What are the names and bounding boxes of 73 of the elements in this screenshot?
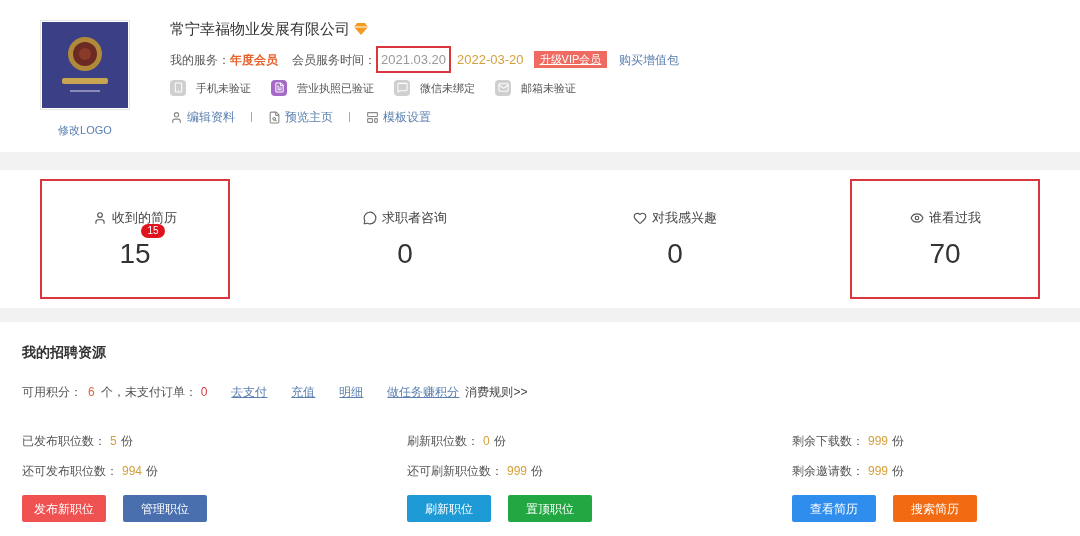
verification-status: 邮箱未验证 <box>521 80 576 96</box>
resource-count: 999 <box>868 463 889 480</box>
upgrade-vip-button[interactable]: 升级VIP会员 <box>533 51 608 68</box>
email-icon <box>495 79 511 96</box>
action-button[interactable]: 搜索简历 <box>893 495 977 522</box>
action-button[interactable]: 管理职位 <box>123 495 207 522</box>
document-icon <box>268 110 281 124</box>
resource-label: 还可发布职位数： <box>22 463 118 480</box>
action-button[interactable]: 发布新职位 <box>22 495 106 522</box>
buy-package-link[interactable]: 购买增值包 <box>619 50 680 69</box>
points-value: 6 <box>88 384 95 401</box>
stat-card[interactable]: 谁看过我 70 <box>850 179 1040 299</box>
action-button[interactable]: 刷新职位 <box>407 495 491 522</box>
resource-count: 994 <box>122 463 143 480</box>
verification-status: 营业执照已验证 <box>297 80 374 96</box>
end-date: 2022-03-20 <box>457 50 524 69</box>
resource-link[interactable]: 去支付 <box>231 383 268 401</box>
action-button[interactable]: 查看简历 <box>792 495 876 522</box>
unpaid-orders-value: 0 <box>200 384 208 401</box>
user-icon <box>170 110 183 124</box>
resource-count: 999 <box>507 463 528 480</box>
unit-label: 份 <box>146 463 159 480</box>
profile-action-link[interactable]: 模板设置 <box>366 108 431 126</box>
heart-icon <box>633 211 647 225</box>
stat-value: 15 <box>119 237 151 269</box>
stat-card[interactable]: 对我感兴趣 0 <box>580 179 770 299</box>
resource-link[interactable]: 做任务赚积分 <box>387 383 460 401</box>
count-badge: 15 <box>141 223 165 238</box>
stat-card[interactable]: 收到的简历 15 15 <box>40 179 230 299</box>
unit-label: 份 <box>892 433 905 450</box>
unit-label: 份 <box>493 433 506 450</box>
resource-label: 剩余下载数： <box>792 433 864 450</box>
points-label: 可用积分： <box>22 384 82 401</box>
resource-label: 已发布职位数： <box>22 433 106 450</box>
stat-label: 谁看过我 <box>928 209 981 228</box>
phone-icon <box>170 79 186 96</box>
unit-label: 份 <box>531 463 544 480</box>
stat-value: 70 <box>929 237 961 269</box>
start-date: 2021.03.20 <box>376 45 452 74</box>
change-logo-link[interactable]: 修改LOGO <box>58 122 112 139</box>
resource-label: 还可刷新职位数： <box>407 463 503 480</box>
consumption-rules-link[interactable]: 消费规则>> <box>465 383 528 401</box>
resource-link[interactable]: 明细 <box>339 383 364 401</box>
resource-label: 剩余邀请数： <box>792 463 864 480</box>
action-button[interactable]: 置顶职位 <box>508 495 592 522</box>
company-name: 常宁幸福物业发展有限公司 <box>170 19 350 39</box>
layout-icon <box>366 110 379 124</box>
service-label: 我的服务： <box>170 51 230 69</box>
profile-action-link[interactable]: 编辑资料 <box>170 108 235 126</box>
stat-label: 收到的简历 <box>112 209 177 226</box>
resource-label: 刷新职位数： <box>407 433 479 450</box>
user-icon <box>93 211 107 225</box>
eye-icon <box>909 211 924 225</box>
plan-name: 年度会员 <box>230 51 278 69</box>
resource-link[interactable]: 充值 <box>291 383 316 401</box>
resource-count: 5 <box>110 433 117 450</box>
verification-status: 微信未绑定 <box>420 80 475 96</box>
stat-label: 求职者咨询 <box>382 209 447 228</box>
diamond-icon <box>354 23 368 36</box>
section-title: 我的招聘资源 <box>22 343 107 362</box>
chat-bubble-icon <box>363 211 377 225</box>
unit-label: 份 <box>892 463 905 480</box>
stat-value: 0 <box>397 237 413 269</box>
unit-label: 份 <box>120 433 133 450</box>
resource-count: 0 <box>483 433 490 450</box>
verification-status: 手机未验证 <box>196 80 251 96</box>
resource-count: 999 <box>868 433 889 450</box>
stat-value: 0 <box>667 237 683 269</box>
stat-label: 对我感兴趣 <box>652 209 717 228</box>
stat-card[interactable]: 求职者咨询 0 <box>310 179 500 299</box>
profile-action-link[interactable]: 预览主页 <box>268 108 333 126</box>
service-time-label: 会员服务时间： <box>292 51 376 69</box>
unpaid-orders-label: 个，未支付订单： <box>100 384 197 401</box>
